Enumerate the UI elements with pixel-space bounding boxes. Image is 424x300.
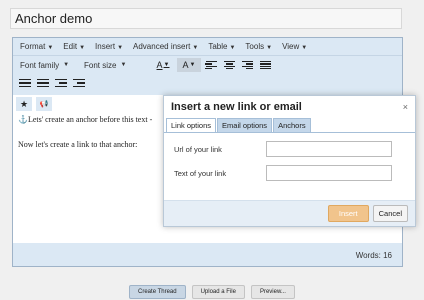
- tab-email-options[interactable]: Email options: [217, 118, 273, 132]
- menu-insert[interactable]: Insert ▼: [90, 42, 128, 51]
- dialog-footer: Insert Cancel: [164, 200, 415, 226]
- chevron-down-icon: ▼: [229, 45, 236, 51]
- insert-link-dialog: Insert a new link or email × Link option…: [163, 95, 416, 227]
- numbered-list-icon[interactable]: [35, 76, 51, 90]
- menu-edit[interactable]: Edit ▼: [58, 42, 90, 51]
- url-row: Url of your link: [174, 140, 405, 158]
- cancel-button[interactable]: Cancel: [372, 205, 408, 222]
- link-text-label: Text of your link: [174, 168, 227, 178]
- dialog-title: Insert a new link or email: [171, 101, 302, 113]
- menu-table[interactable]: Table ▼: [203, 42, 240, 51]
- link-text-input[interactable]: [266, 165, 392, 181]
- menu-advanced-insert[interactable]: Advanced insert ▼: [128, 42, 203, 51]
- url-input[interactable]: [266, 141, 392, 157]
- menu-view[interactable]: View ▼: [277, 42, 312, 51]
- outdent-icon[interactable]: [53, 76, 69, 90]
- word-count: Words: 16: [355, 250, 392, 260]
- editor-toolbar-row1: Font family ▼ Font size ▼ A ▼ A ▼: [13, 56, 402, 74]
- text-color-button[interactable]: A ▼: [151, 58, 175, 72]
- link-text-row: Text of your link: [174, 164, 405, 182]
- bullet-list-icon[interactable]: [17, 76, 33, 90]
- align-right-icon[interactable]: [239, 58, 255, 72]
- dialog-tabs: Link options Email options Anchors: [164, 118, 415, 133]
- chevron-down-icon: ▼: [63, 62, 70, 68]
- star-icon[interactable]: ★: [16, 97, 32, 111]
- chevron-down-icon: ▼: [79, 45, 86, 51]
- megaphone-icon[interactable]: 📢: [36, 97, 52, 111]
- align-center-icon[interactable]: [221, 58, 237, 72]
- chevron-down-icon: ▼: [301, 45, 308, 51]
- align-justify-icon[interactable]: [257, 58, 273, 72]
- chevron-down-icon: ▼: [189, 62, 196, 68]
- dialog-header: Insert a new link or email ×: [164, 96, 415, 118]
- insert-button[interactable]: Insert: [327, 205, 369, 222]
- font-family-select[interactable]: Font family ▼: [16, 58, 80, 72]
- tab-anchors[interactable]: Anchors: [273, 118, 311, 132]
- chevron-down-icon: ▼: [266, 45, 273, 51]
- close-icon[interactable]: ×: [403, 102, 408, 112]
- indent-icon[interactable]: [71, 76, 87, 90]
- chevron-down-icon: ▼: [163, 62, 170, 68]
- upload-file-button[interactable]: Upload a File: [191, 285, 245, 299]
- editor-menubar: Format ▼ Edit ▼ Insert ▼ Advanced insert ▼ T…: [13, 38, 402, 56]
- chevron-down-icon: ▼: [117, 45, 124, 51]
- create-thread-button[interactable]: Create Thread: [129, 285, 186, 299]
- background-color-button[interactable]: A ▼: [177, 58, 201, 72]
- url-label: Url of your link: [174, 144, 222, 154]
- tab-link-options[interactable]: Link options: [166, 118, 217, 132]
- editor-statusbar: Words: 16: [13, 244, 402, 266]
- editor-toolbar-row2: [13, 74, 402, 92]
- menu-format[interactable]: Format ▼: [15, 42, 58, 51]
- chevron-down-icon: ▼: [47, 45, 54, 51]
- menu-tools[interactable]: Tools ▼: [240, 42, 277, 51]
- align-left-icon[interactable]: [203, 58, 219, 72]
- link-form: Url of your link Text of your link: [164, 133, 415, 182]
- form-actions: Create Thread Upload a File Preview...: [0, 285, 424, 299]
- thread-title-input[interactable]: Anchor demo: [10, 8, 402, 29]
- preview-button[interactable]: Preview...: [250, 285, 295, 299]
- chevron-down-icon: ▼: [192, 45, 199, 51]
- font-size-select[interactable]: Font size ▼: [80, 58, 150, 72]
- chevron-down-icon: ▼: [120, 62, 127, 68]
